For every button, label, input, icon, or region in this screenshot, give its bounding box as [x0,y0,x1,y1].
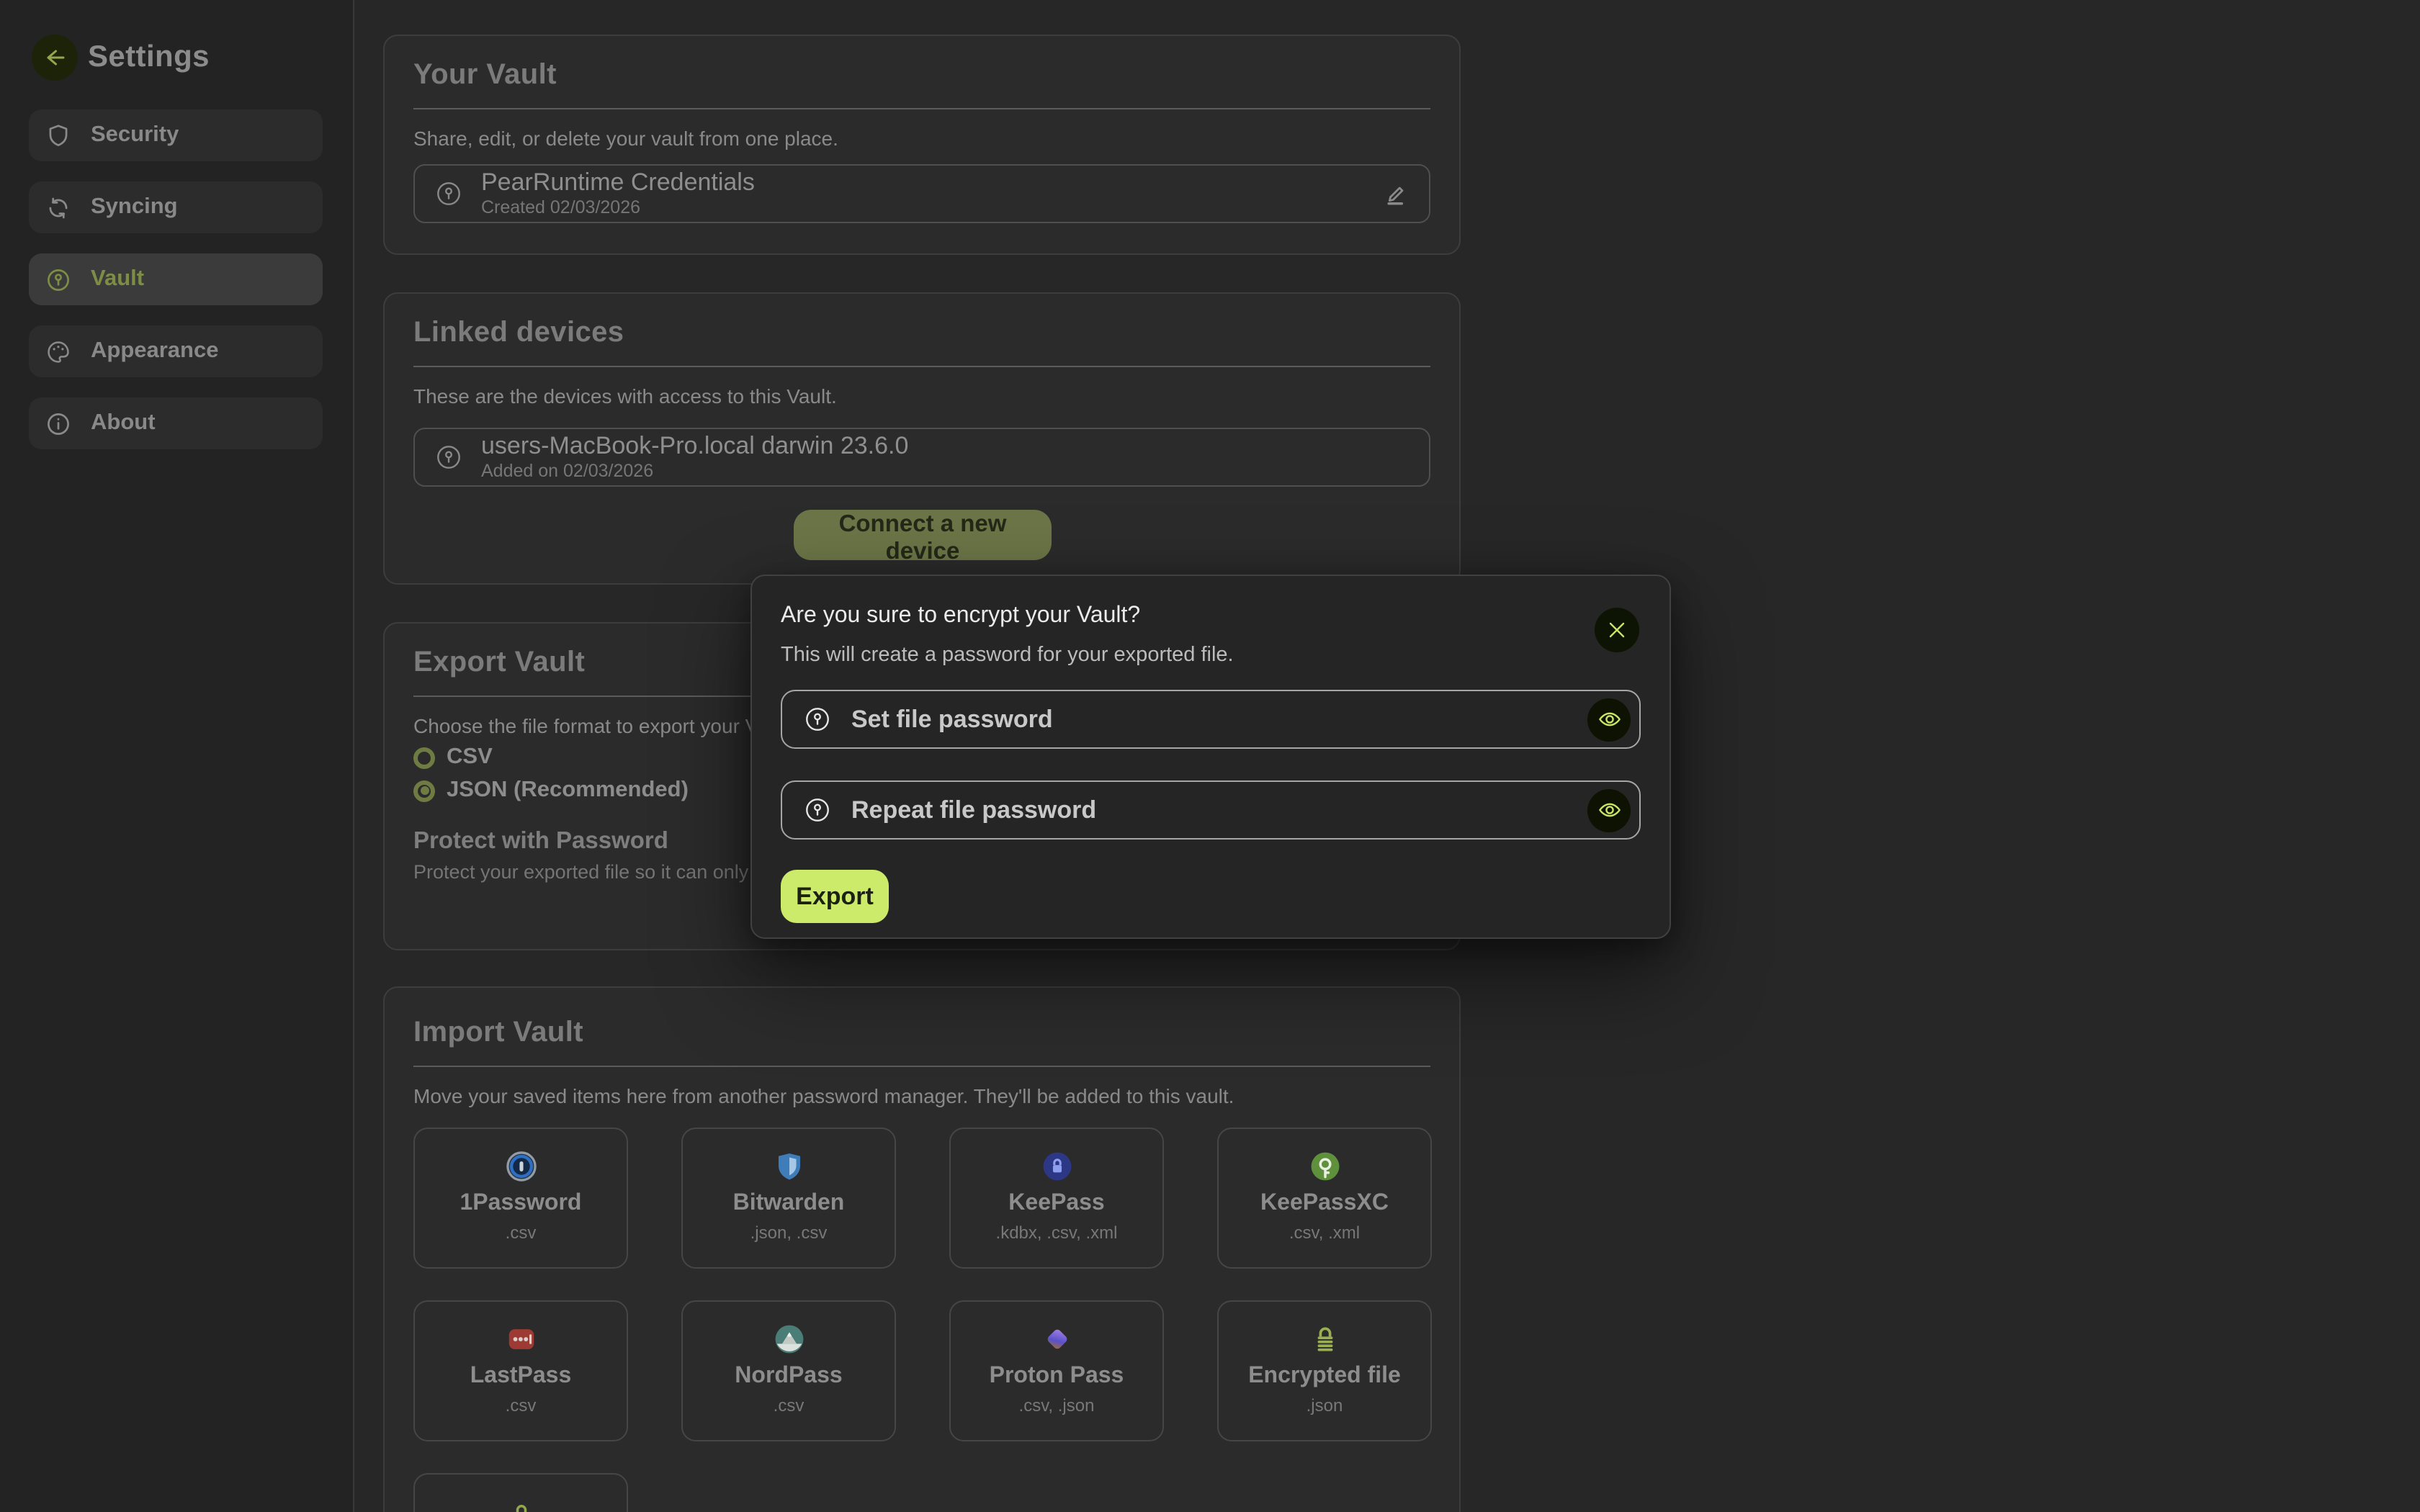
import-tile-name: Proton Pass [951,1365,1162,1388]
card-title: Import Vault [413,1017,1430,1050]
shield-icon [45,122,72,149]
sidebar-item-syncing[interactable]: Syncing [29,181,323,233]
sidebar-item-label: About [91,410,156,436]
toggle-password-visibility-button[interactable] [1587,788,1631,832]
sidebar-item-label: Vault [91,266,144,292]
encrypted-file-lock-icon [1219,1323,1430,1355]
edit-vault-button[interactable] [1383,181,1409,207]
import-vault-card: Import Vault Move your saved items here … [383,986,1461,1512]
1password-icon [415,1151,627,1182]
sidebar-item-label: Syncing [91,194,178,220]
sidebar-item-label: Appearance [91,338,218,364]
modal-subtitle: This will create a password for your exp… [781,644,1641,667]
import-tile-keepassxc[interactable]: KeePassXC .csv, .xml [1217,1128,1432,1269]
import-tile-name: NordPass [683,1365,895,1388]
import-tile-formats: .csv [415,1224,627,1241]
card-title: Linked devices [413,317,1430,350]
repeat-file-password-input[interactable]: Repeat file password [781,780,1641,840]
lastpass-icon [415,1323,627,1355]
eye-icon [1597,798,1621,822]
vault-created-date: Created 02/03/2026 [481,199,755,217]
keepassxc-icon [1219,1151,1430,1182]
sidebar-item-label: Security [91,122,179,148]
import-tile-name: Encrypted file [1219,1365,1430,1388]
your-vault-card: Your Vault Share, edit, or delete your v… [383,35,1461,255]
sidebar-item-security[interactable]: Security [29,109,323,161]
sync-icon [45,194,72,221]
sidebar-nav: Security Syncing Vault [29,109,323,469]
info-icon [45,410,72,437]
import-tile-name: KeePass [951,1192,1162,1215]
import-sources-grid: 1Password .csv Bitwarden .json, .csv [413,1128,1432,1512]
card-description: These are the devices with access to thi… [413,384,1430,408]
linked-devices-card: Linked devices These are the devices wit… [383,292,1461,585]
import-tile-formats: .csv [683,1397,895,1414]
bitwarden-icon [683,1151,895,1182]
import-tile-formats: .csv, .json [951,1397,1162,1414]
key-icon [45,266,72,293]
import-tile-proton-pass[interactable]: Proton Pass .csv, .json [949,1300,1164,1441]
card-description: Move your saved items here from another … [413,1084,1430,1107]
page-title: Settings [88,40,210,75]
modal-title: Are you sure to encrypt your Vault? [781,603,1641,629]
import-tile-name: 1Password [415,1192,627,1215]
import-tile-keepass[interactable]: KeePass .kdbx, .csv, .xml [949,1128,1164,1269]
radio-unchecked-icon [413,747,435,768]
close-icon [1606,619,1628,641]
lock-outline-icon [415,1496,627,1512]
key-circle-icon [804,706,831,733]
set-file-password-input[interactable]: Set file password [781,690,1641,749]
nordpass-icon [683,1323,895,1355]
key-circle-icon [435,444,462,471]
import-tile-formats: .json [1219,1397,1430,1414]
import-tile-formats: .csv [415,1397,627,1414]
vault-name: PearRuntime Credentials [481,171,755,195]
input-placeholder: Set file password [851,705,1053,734]
import-tile-1password[interactable]: 1Password .csv [413,1128,628,1269]
close-modal-button[interactable] [1595,608,1639,652]
divider [413,366,1430,367]
import-tile-nordpass[interactable]: NordPass .csv [681,1300,896,1441]
sidebar-item-appearance[interactable]: Appearance [29,325,323,377]
proton-pass-icon [951,1323,1162,1355]
input-placeholder: Repeat file password [851,796,1096,824]
palette-icon [45,338,72,365]
encrypt-vault-modal: Are you sure to encrypt your Vault? This… [750,575,1671,939]
toggle-password-visibility-button[interactable] [1587,698,1631,741]
radio-label: JSON (Recommended) [447,778,689,804]
import-tile-formats: .kdbx, .csv, .xml [951,1224,1162,1241]
import-tile-bitwarden[interactable]: Bitwarden .json, .csv [681,1128,896,1269]
device-added-date: Added on 02/03/2026 [481,463,908,481]
key-circle-icon [804,796,831,824]
eye-icon [1597,707,1621,732]
radio-label: CSV [447,744,493,770]
import-tile-name: KeePassXC [1219,1192,1430,1215]
vault-list-item[interactable]: PearRuntime Credentials Created 02/03/20… [413,164,1430,223]
sidebar: Settings Security Syncing [0,0,354,1512]
sidebar-item-about[interactable]: About [29,397,323,449]
arrow-left-icon [42,45,68,71]
import-tile-name: Bitwarden [683,1192,895,1215]
back-button[interactable] [32,35,78,81]
keepass-icon [951,1151,1162,1182]
divider [413,1066,1430,1067]
device-name: users-MacBook-Pro.local darwin 23.6.0 [481,434,908,459]
key-circle-icon [435,180,462,207]
export-button[interactable]: Export [781,870,889,923]
connect-new-device-button[interactable]: Connect a new device [794,510,1052,560]
radio-checked-icon [413,780,435,801]
device-list-item: users-MacBook-Pro.local darwin 23.6.0 Ad… [413,428,1430,487]
import-tile-formats: .json, .csv [683,1224,895,1241]
import-tile-encrypted-file[interactable]: Encrypted file .json [1217,1300,1432,1441]
card-title: Your Vault [413,59,1430,92]
sidebar-item-vault[interactable]: Vault [29,253,323,305]
card-description: Share, edit, or delete your vault from o… [413,127,1430,150]
import-tile-formats: .csv, .xml [1219,1224,1430,1241]
import-tile-name: LastPass [415,1365,627,1388]
divider [413,108,1430,109]
settings-page: Settings Security Syncing [0,0,2420,1512]
import-tile-lastpass[interactable]: LastPass .csv [413,1300,628,1441]
import-tile-partial[interactable] [413,1473,628,1512]
